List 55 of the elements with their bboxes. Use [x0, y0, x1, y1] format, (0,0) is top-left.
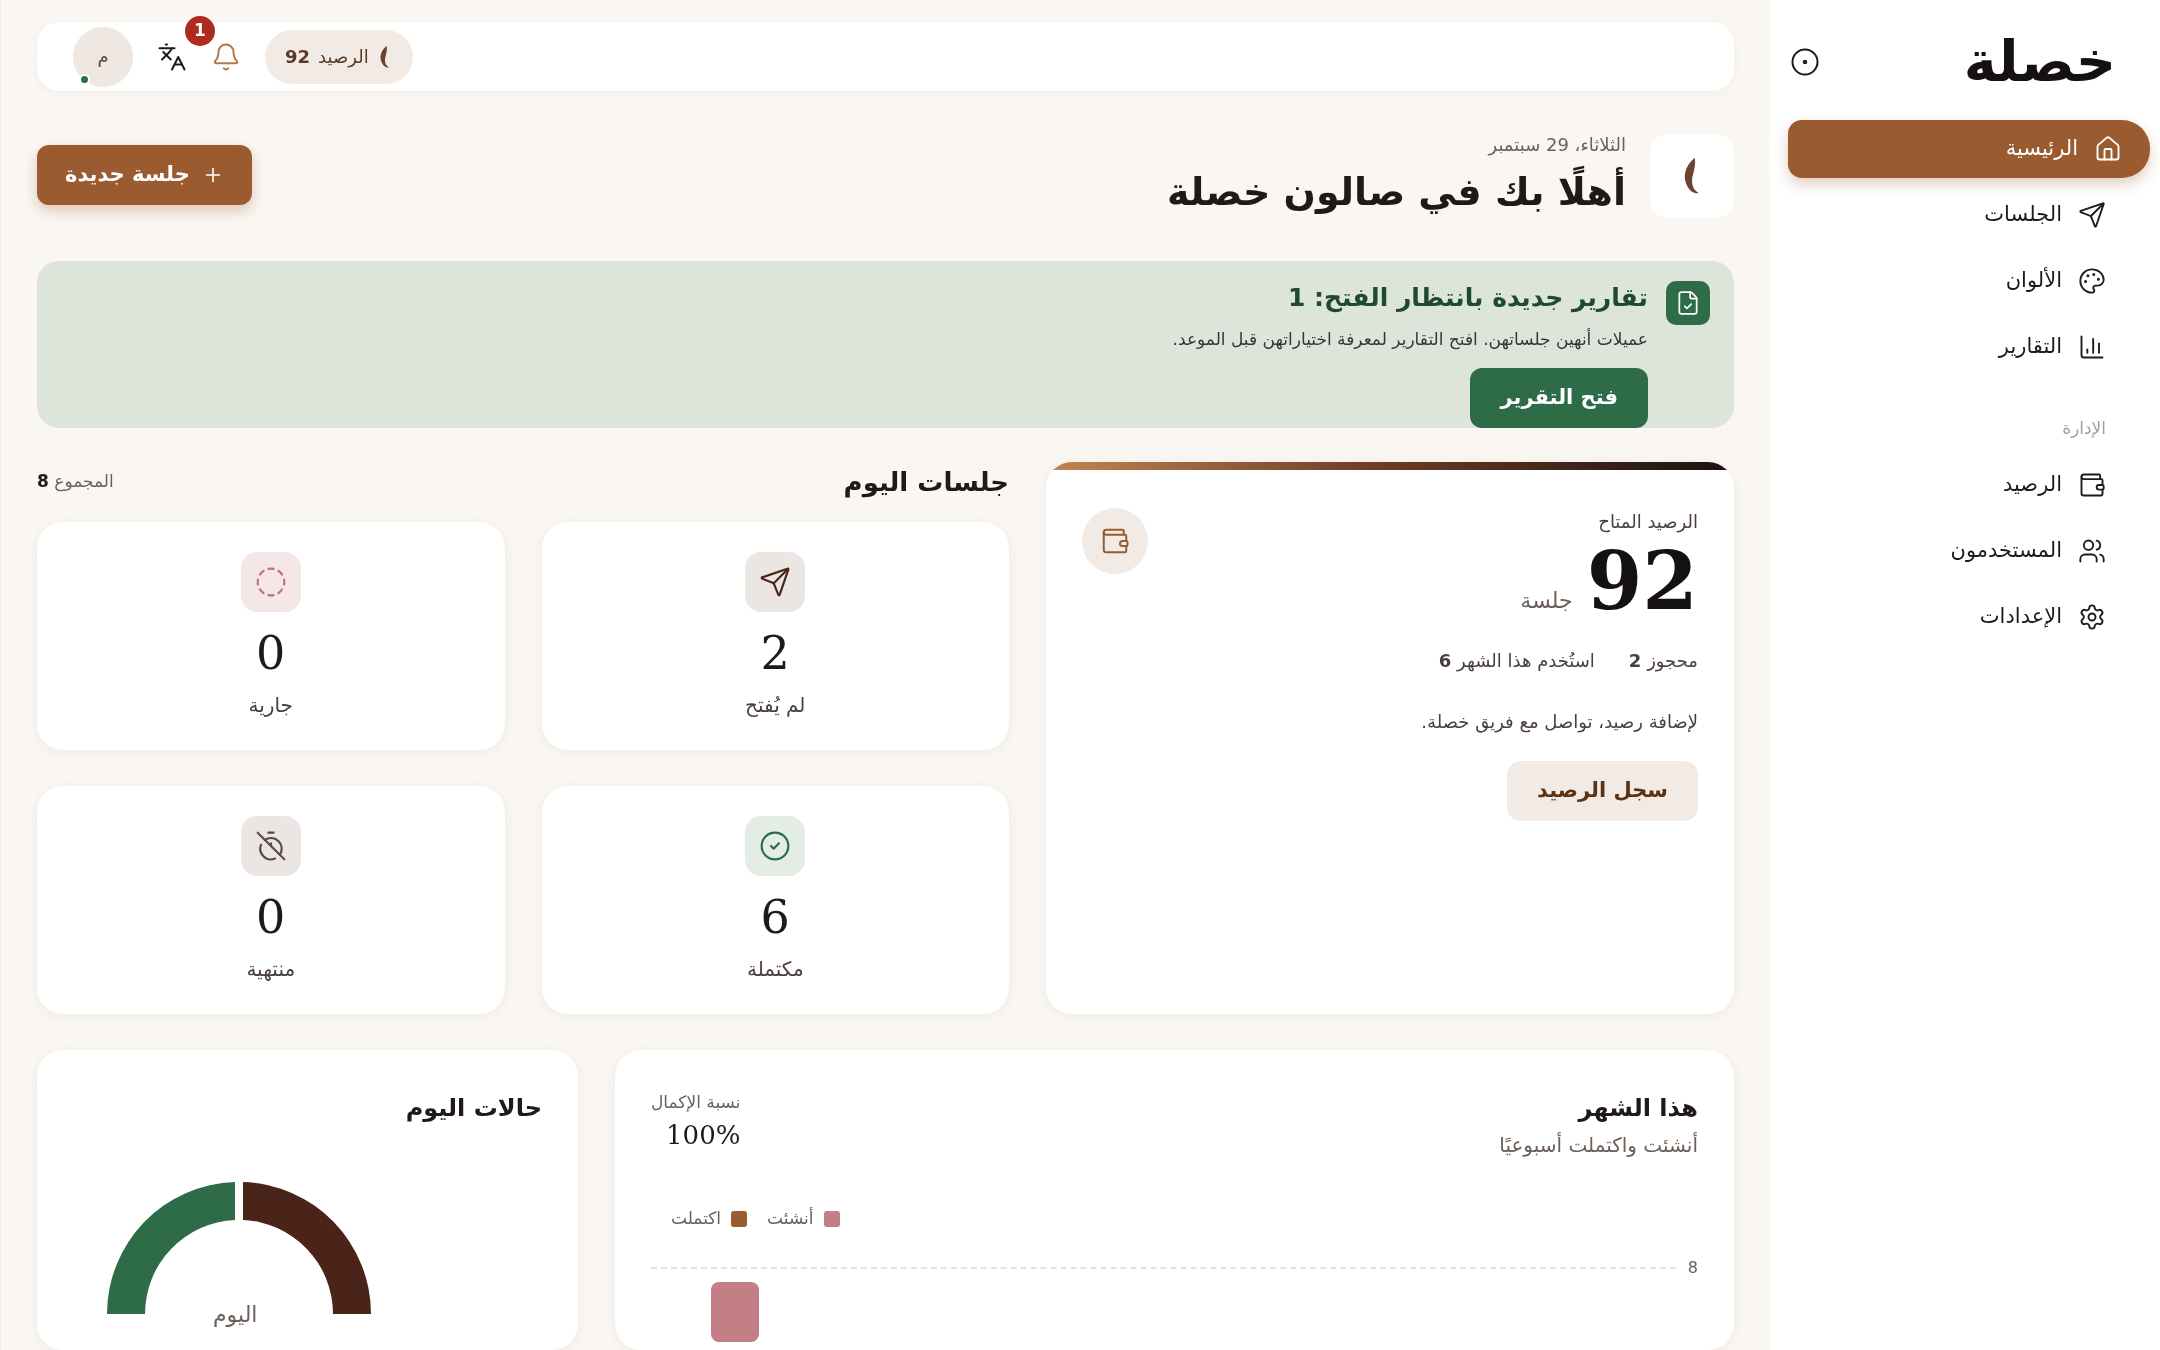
- bell-icon[interactable]: [211, 41, 241, 72]
- rate-value: 100%: [665, 1118, 741, 1152]
- card-subtitle: أنشئت واكتملت أسبوعيًا: [1499, 1131, 1698, 1159]
- stat-value: 2: [760, 630, 790, 676]
- home-icon: [2094, 135, 2122, 163]
- nav-item[interactable]: الإعدادات: [1788, 587, 2134, 646]
- section-title: جلسات اليوم: [843, 465, 1009, 500]
- section-label: الإدارة: [2061, 417, 2106, 440]
- open-report-button[interactable]: فتح التقرير: [1470, 368, 1648, 428]
- balance-unit: جلسة: [1520, 587, 1573, 615]
- palette-icon: [2078, 267, 2106, 295]
- notification-badge: 1: [185, 15, 215, 46]
- bar-chart-icon: [2078, 333, 2106, 361]
- settings-icon: [2078, 602, 2106, 631]
- balance-history-button[interactable]: سجل الرصيد: [1507, 761, 1698, 821]
- banner-text: عميلات أنهين جلساتهن. افتح التقارير لمعرفة اختياراتهن قبل الموعد.: [1172, 327, 1648, 352]
- nav-item[interactable]: الألوان: [1788, 252, 2134, 310]
- stat-label: منتهية: [246, 956, 296, 983]
- axis-tick-label: 8: [1687, 1256, 1698, 1279]
- card-title: حالات اليوم: [405, 1094, 542, 1122]
- balance-note: لإضافة رصيد، تواصل مع فريق خصلة.: [1421, 710, 1698, 735]
- stat-label: لم يُفتح: [745, 692, 806, 719]
- nav-item[interactable]: الرصيد: [1788, 455, 2134, 514]
- dashed-circle-icon: [254, 566, 287, 598]
- donut-center-label: اليوم: [213, 1301, 258, 1329]
- send-icon: [2078, 201, 2106, 229]
- balance-value: 92: [1586, 541, 1698, 621]
- date-label: الثلاثاء، 29 سبتمبر: [1486, 133, 1626, 158]
- brand-logo: خصلة: [1963, 34, 2116, 90]
- nav-item[interactable]: الرئيسية: [1788, 120, 2150, 178]
- legend-label: أنشئت: [767, 1206, 814, 1230]
- welcome-title: أهلًا بك في صالون خصلة: [1166, 164, 1626, 221]
- new-session-button[interactable]: جلسة جديدة: [37, 145, 252, 205]
- send-icon: [759, 566, 792, 598]
- nav-item[interactable]: المستخدمون: [1788, 521, 2134, 580]
- language-icon[interactable]: [157, 41, 187, 72]
- banner-title: تقارير جديدة بانتظار الفتح: 1: [1287, 282, 1648, 315]
- check-circle-icon: [759, 830, 792, 862]
- rate-label: نسبة الإكمال: [651, 1091, 741, 1114]
- balance-label: الرصيد المتاح: [1598, 510, 1698, 535]
- nav-item[interactable]: الجلسات: [1788, 186, 2134, 244]
- stat-value: 0: [256, 630, 286, 676]
- file-check-icon: [1675, 290, 1701, 316]
- sidebar-toggle-icon[interactable]: [1790, 47, 1820, 77]
- timer-off-icon: [254, 830, 287, 862]
- stat-label: مكتملة: [746, 956, 804, 983]
- stat-label: جارية: [248, 692, 293, 719]
- stat-value: 6: [760, 894, 790, 940]
- avatar[interactable]: م: [73, 26, 133, 87]
- nav-item[interactable]: التقارير: [1788, 318, 2134, 376]
- legend-label: اكتملت: [671, 1207, 722, 1230]
- card-title: هذا الشهر: [1576, 1093, 1698, 1124]
- stat-value: 0: [256, 894, 286, 940]
- bar-chart-drawing: [711, 1281, 759, 1342]
- wallet-icon: [1100, 526, 1130, 556]
